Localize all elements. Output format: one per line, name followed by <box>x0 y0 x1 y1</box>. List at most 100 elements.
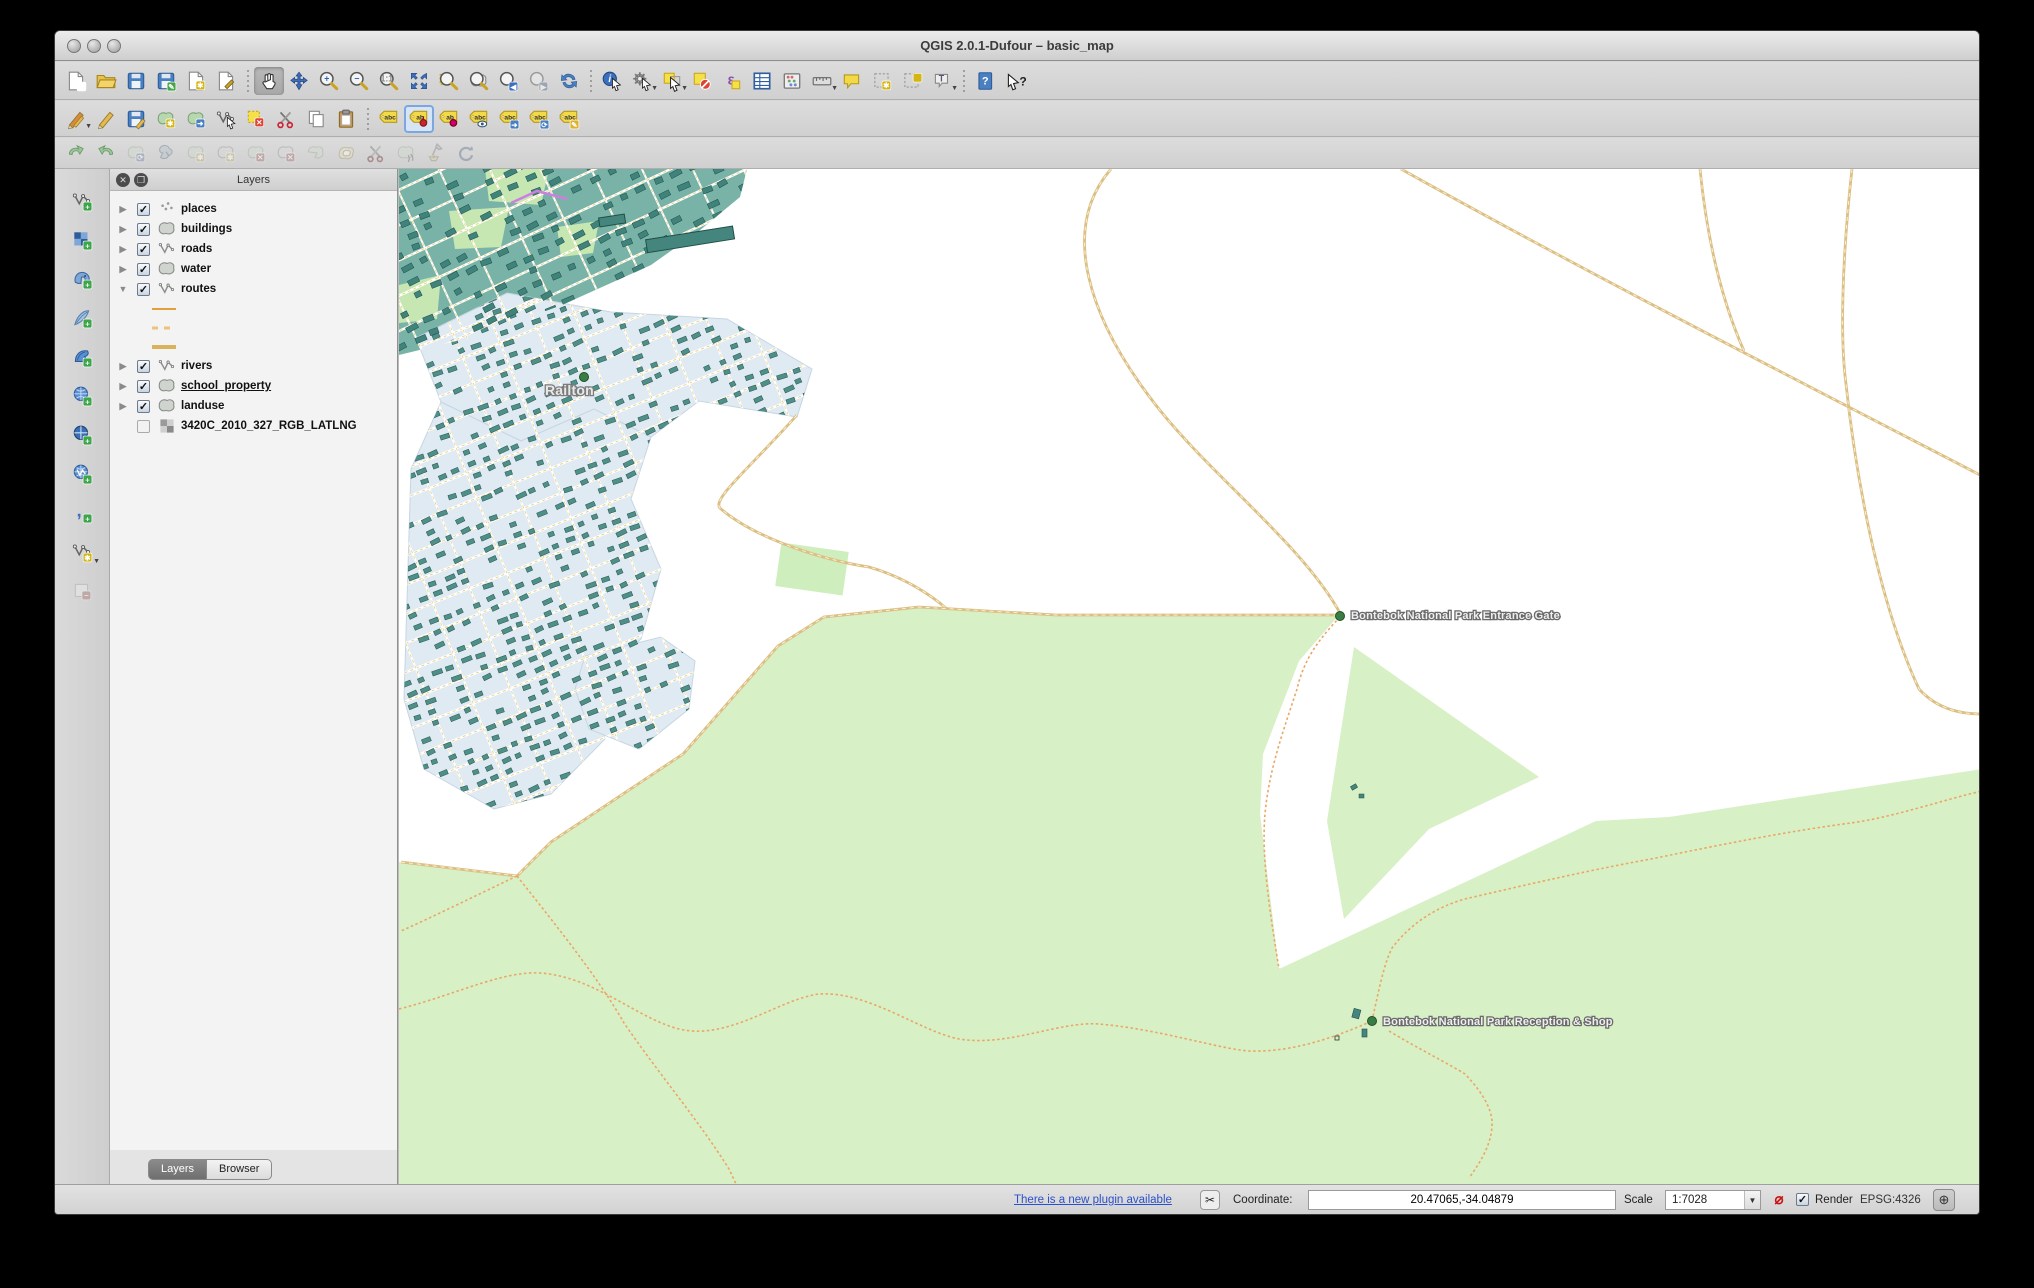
text-annotation-icon[interactable]: T▼ <box>927 67 957 95</box>
layer-visibility-checkbox[interactable]: ✓ <box>137 400 150 413</box>
zoom-full-extent-icon[interactable] <box>404 67 434 95</box>
zoom-native-icon[interactable]: 1:1 <box>374 67 404 95</box>
layer-item-places[interactable]: ▶✓places <box>110 199 397 219</box>
layer-expander-icon[interactable]: ▶ <box>116 264 130 275</box>
composer-manager-icon[interactable] <box>211 67 241 95</box>
crs-status-icon[interactable]: ⊕ <box>1933 1189 1955 1211</box>
label-pin-icon[interactable]: ab <box>404 105 434 133</box>
layer-expander-icon[interactable]: ▶ <box>116 361 130 372</box>
select-by-expression-icon[interactable]: ε <box>717 67 747 95</box>
new-project-icon[interactable] <box>61 67 91 95</box>
whats-this-icon[interactable]: ? <box>1000 67 1030 95</box>
add-wfs-layer-icon[interactable]: + <box>65 458 99 490</box>
toggle-editing-icon[interactable] <box>91 105 121 133</box>
label-properties-icon[interactable]: abc✎ <box>554 105 584 133</box>
show-bookmarks-icon[interactable] <box>897 67 927 95</box>
delete-selected-icon[interactable]: ✕ <box>241 105 271 133</box>
new-print-composer-icon[interactable]: ✱ <box>181 67 211 95</box>
layer-item-school_property[interactable]: ▶✓school_property <box>110 376 397 396</box>
add-raster-layer-icon[interactable]: + <box>65 224 99 256</box>
label-highlight-pinned-icon[interactable]: ab <box>434 105 464 133</box>
layer-visibility-checkbox[interactable]: ✓ <box>137 223 150 236</box>
map-refresh-icon[interactable] <box>554 67 584 95</box>
map-tips-icon[interactable] <box>837 67 867 95</box>
panel-float-icon[interactable]: ❐ <box>134 173 148 187</box>
layer-expander-icon[interactable]: ▼ <box>116 284 130 294</box>
layer-visibility-checkbox[interactable]: ✓ <box>137 283 150 296</box>
save-layer-edits-icon[interactable] <box>121 105 151 133</box>
move-feature-icon[interactable]: ➜ <box>181 105 211 133</box>
paste-features-icon[interactable] <box>331 105 361 133</box>
layer-item-landuse[interactable]: ▶✓landuse <box>110 396 397 416</box>
zoom-in-icon[interactable]: + <box>314 67 344 95</box>
undo-icon[interactable] <box>61 141 91 165</box>
cut-features-icon[interactable] <box>271 105 301 133</box>
layer-visibility-checkbox[interactable]: ✓ <box>137 380 150 393</box>
layer-item-rivers[interactable]: ▶ ✓ rivers <box>110 356 397 376</box>
layer-expander-icon[interactable]: ▶ <box>116 244 130 255</box>
map-canvas[interactable]: RailtonBontebok National Park Entrance G… <box>398 169 1979 1186</box>
deselect-features-icon[interactable] <box>687 67 717 95</box>
zoom-last-icon[interactable]: ◀ <box>494 67 524 95</box>
current-edits-icon[interactable]: ▼ <box>61 105 91 133</box>
new-shapefile-layer-icon[interactable]: ✱▼ <box>65 536 99 568</box>
zoom-out-icon[interactable]: − <box>344 67 374 95</box>
layer-item-routes[interactable]: ▼ ✓ routes <box>110 279 397 299</box>
add-feature-icon[interactable]: ✱ <box>151 105 181 133</box>
pan-to-selection-icon[interactable] <box>284 67 314 95</box>
select-features-icon[interactable]: ▼ <box>657 67 687 95</box>
help-contents-icon[interactable]: ? <box>970 67 1000 95</box>
label-rotate-icon[interactable]: abc⟳ <box>524 105 554 133</box>
layer-name[interactable]: buildings <box>181 223 232 235</box>
save-project-icon[interactable] <box>121 67 151 95</box>
layer-item-roads[interactable]: ▶ ✓ roads <box>110 239 397 259</box>
node-tool-icon[interactable] <box>211 105 241 133</box>
pan-map-icon[interactable] <box>254 67 284 95</box>
zoom-to-layer-icon[interactable] <box>464 67 494 95</box>
layer-name[interactable]: rivers <box>181 360 212 372</box>
layer-labeling-options-icon[interactable]: abc <box>374 105 404 133</box>
layer-name[interactable]: water <box>181 263 211 275</box>
field-calculator-icon[interactable] <box>777 67 807 95</box>
panel-tab-browser[interactable]: Browser <box>207 1159 272 1180</box>
layer-name[interactable]: roads <box>181 243 212 255</box>
coordinate-input[interactable] <box>1308 1190 1616 1210</box>
layer-visibility-checkbox[interactable]: ✓ <box>137 420 150 433</box>
add-mssql-layer-icon[interactable]: + <box>65 341 99 373</box>
layer-visibility-checkbox[interactable]: ✓ <box>137 360 150 373</box>
add-delimited-text-layer-icon[interactable]: ,+ <box>65 497 99 529</box>
layer-visibility-checkbox[interactable]: ✓ <box>137 263 150 276</box>
layer-item-water[interactable]: ▶ ✓ water <box>110 259 397 279</box>
identify-features-icon[interactable]: i <box>597 67 627 95</box>
add-spatialite-layer-icon[interactable]: + <box>65 302 99 334</box>
layer-expander-icon[interactable]: ▶ <box>116 204 130 215</box>
layer-expander-icon[interactable]: ▶ <box>116 401 130 412</box>
redo-icon[interactable] <box>91 141 121 165</box>
layer-name[interactable]: routes <box>181 283 216 295</box>
copy-features-icon[interactable] <box>301 105 331 133</box>
measure-icon[interactable]: ▼ <box>807 67 837 95</box>
layer-expander-icon[interactable]: ▶ <box>116 224 130 235</box>
layer-visibility-checkbox[interactable]: ✓ <box>137 243 150 256</box>
render-checkbox[interactable]: ✓ <box>1796 1193 1809 1206</box>
panel-close-icon[interactable]: ✕ <box>116 173 130 187</box>
add-wcs-layer-icon[interactable]: + <box>65 419 99 451</box>
layer-item-3420C_2010_327_RGB_LATLNG[interactable]: ✓ 3420C_2010_327_RGB_LATLNG <box>110 416 397 436</box>
panel-tab-layers[interactable]: Layers <box>148 1159 207 1180</box>
layer-visibility-checkbox[interactable]: ✓ <box>137 203 150 216</box>
add-postgis-layer-icon[interactable]: + <box>65 263 99 295</box>
scale-combobox[interactable]: 1:7028 ▼ <box>1665 1190 1761 1210</box>
open-attribute-table-icon[interactable] <box>747 67 777 95</box>
label-show-hide-icon[interactable]: abc <box>464 105 494 133</box>
stop-render-icon[interactable]: ⌀ <box>1769 1190 1789 1210</box>
zoom-to-selection-icon[interactable] <box>434 67 464 95</box>
layer-expander-icon[interactable]: ▶ <box>116 381 130 392</box>
add-wms-layer-icon[interactable]: + <box>65 380 99 412</box>
layer-item-buildings[interactable]: ▶ ✓ buildings <box>110 219 397 239</box>
save-project-as-icon[interactable]: ✎ <box>151 67 181 95</box>
open-project-icon[interactable] <box>91 67 121 95</box>
run-feature-action-icon[interactable]: ▼ <box>627 67 657 95</box>
scale-dropdown-icon[interactable]: ▼ <box>1744 1191 1760 1209</box>
layer-name[interactable]: 3420C_2010_327_RGB_LATLNG <box>181 420 357 432</box>
add-vector-layer-icon[interactable]: + <box>65 185 99 217</box>
